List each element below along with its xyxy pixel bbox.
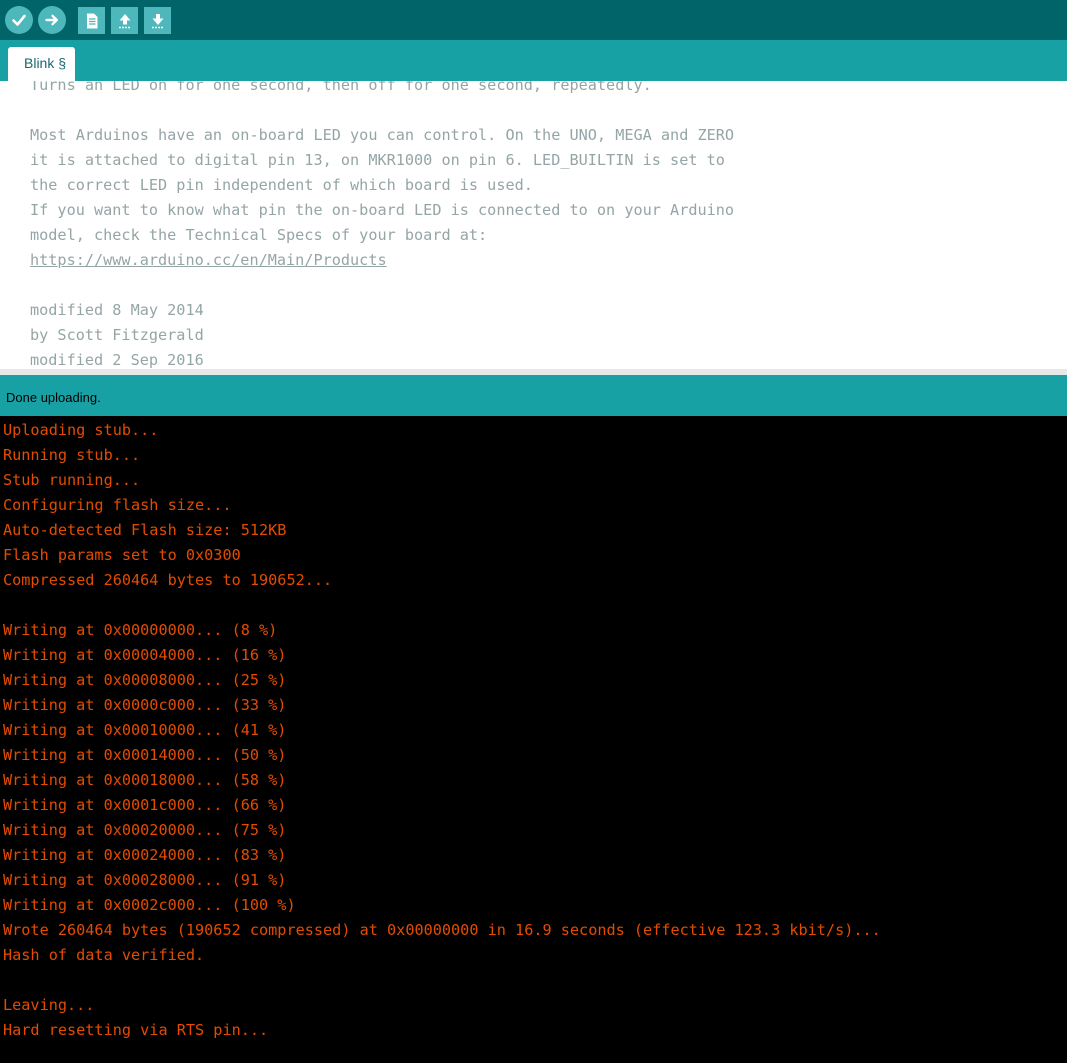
status-message: Done uploading. (6, 390, 101, 405)
new-sketch-button[interactable] (78, 7, 105, 34)
verify-button[interactable] (5, 6, 33, 34)
code-line: Turns an LED on for one second, then off… (30, 81, 652, 94)
console-line: Writing at 0x0000c000... (33 %) (3, 696, 287, 714)
code-line: modified 2 Sep 2016 (30, 351, 204, 369)
code-line: the correct LED pin independent of which… (30, 176, 533, 194)
document-icon (84, 12, 100, 30)
console-line: Writing at 0x00008000... (25 %) (3, 671, 287, 689)
save-button[interactable] (144, 7, 171, 34)
tab-label: Blink § (24, 55, 67, 71)
console-line: Writing at 0x00024000... (83 %) (3, 846, 287, 864)
console-output[interactable]: Uploading stub... Running stub... Stub run… (0, 416, 1067, 1063)
console-line: Writing at 0x00010000... (41 %) (3, 721, 287, 739)
console-line: Uploading stub... (3, 421, 159, 439)
console-line: Hash of data verified. (3, 946, 205, 964)
code-editor[interactable]: Turns an LED on for one second, then off… (0, 81, 1067, 369)
code-line: Most Arduinos have an on-board LED you c… (30, 126, 735, 144)
code-line: by Scott Fitzgerald (30, 326, 204, 344)
console-line: Writing at 0x00000000... (8 %) (3, 621, 278, 639)
upload-button[interactable] (38, 6, 66, 34)
console-line: Leaving... (3, 996, 95, 1014)
toolbar (0, 0, 1067, 40)
open-button[interactable] (111, 7, 138, 34)
arrow-down-icon (150, 12, 166, 30)
console-line: Wrote 260464 bytes (190652 compressed) a… (3, 921, 881, 939)
console-line: Writing at 0x0001c000... (66 %) (3, 796, 287, 814)
console-line: Writing at 0x00020000... (75 %) (3, 821, 287, 839)
console-line: Writing at 0x00018000... (58 %) (3, 771, 287, 789)
arrow-up-icon (117, 12, 133, 30)
console-line: Compressed 260464 bytes to 190652... (3, 571, 333, 589)
status-bar: Done uploading. (0, 375, 1067, 416)
checkmark-icon (11, 12, 27, 28)
code-line: If you want to know what pin the on-boar… (30, 201, 735, 219)
tab-bar: Blink § (0, 40, 1067, 81)
console-line: Stub running... (3, 471, 141, 489)
arrow-right-icon (44, 12, 60, 28)
editor-lines: Turns an LED on for one second, then off… (30, 81, 734, 369)
console-line: Hard resetting via RTS pin... (3, 1021, 269, 1039)
console-line: Flash params set to 0x0300 (3, 546, 241, 564)
tab-blink[interactable]: Blink § (8, 47, 75, 81)
console-line: Writing at 0x0002c000... (100 %) (3, 896, 296, 914)
products-link[interactable]: https://www.arduino.cc/en/Main/Products (30, 248, 734, 273)
console-line: Configuring flash size... (3, 496, 232, 514)
code-line: it is attached to digital pin 13, on MKR… (30, 151, 725, 169)
console-line: Writing at 0x00028000... (91 %) (3, 871, 287, 889)
console-lines: Uploading stub... Running stub... Stub run… (3, 418, 881, 1043)
console-line: Running stub... (3, 446, 141, 464)
code-line: model, check the Technical Specs of your… (30, 226, 488, 244)
code-line: modified 8 May 2014 (30, 301, 204, 319)
console-line: Writing at 0x00014000... (50 %) (3, 746, 287, 764)
console-line: Auto-detected Flash size: 512KB (3, 521, 287, 539)
console-line: Writing at 0x00004000... (16 %) (3, 646, 287, 664)
